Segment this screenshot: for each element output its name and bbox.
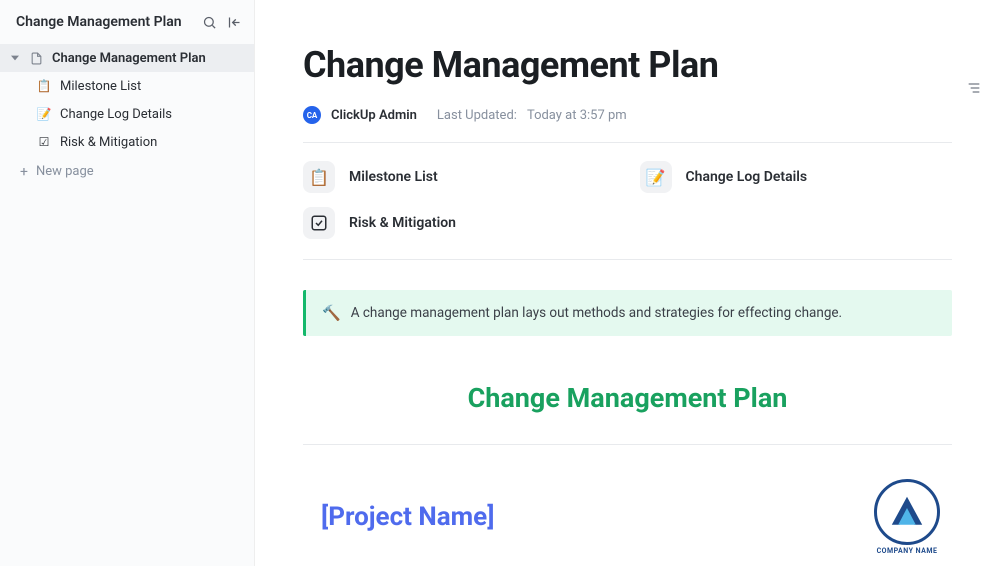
card-label: Milestone List xyxy=(349,169,438,185)
company-name-text: COMPANY NAME xyxy=(877,547,938,555)
card-label: Risk & Mitigation xyxy=(349,215,456,231)
search-icon[interactable] xyxy=(202,15,217,30)
logo-circle-icon xyxy=(874,479,940,545)
chevron-down-icon[interactable] xyxy=(10,54,20,62)
sidebar-header-actions xyxy=(202,15,242,30)
tree-child-changelog[interactable]: 📝 Change Log Details xyxy=(0,100,254,128)
page-title: Change Management Plan xyxy=(303,44,952,86)
main-content: Change Management Plan CA ClickUp Admin … xyxy=(255,0,1000,566)
document-icon xyxy=(28,50,44,66)
section-heading-green: Change Management Plan xyxy=(303,382,952,445)
tree-root-label: Change Management Plan xyxy=(52,51,206,66)
page-tree: Change Management Plan 📋 Milestone List … xyxy=(0,44,254,187)
tree-child-risk[interactable]: ☑ Risk & Mitigation xyxy=(0,128,254,156)
tree-child-label: Milestone List xyxy=(60,79,141,94)
sidebar-header: Change Management Plan xyxy=(0,6,254,38)
sidebar-title: Change Management Plan xyxy=(16,14,194,30)
card-milestone[interactable]: 📋 Milestone List xyxy=(303,161,616,193)
updated-label: Last Updated: xyxy=(437,108,517,123)
card-risk[interactable]: Risk & Mitigation xyxy=(303,207,616,239)
page-meta: CA ClickUp Admin Last Updated: Today at … xyxy=(303,106,952,143)
avatar[interactable]: CA xyxy=(303,106,321,124)
checkbox-icon xyxy=(303,207,335,239)
sidebar: Change Management Plan Change Management… xyxy=(0,0,255,566)
callout-banner: 🔨 A change management plan lays out meth… xyxy=(303,290,952,336)
clipboard-icon: 📋 xyxy=(36,78,52,94)
hammer-icon: 🔨 xyxy=(322,304,341,322)
author-name[interactable]: ClickUp Admin xyxy=(331,108,417,123)
clipboard-icon: 📋 xyxy=(303,161,335,193)
checkbox-icon: ☑ xyxy=(36,134,52,150)
plus-icon: + xyxy=(20,165,28,179)
new-page-label: New page xyxy=(36,164,94,179)
tree-root-item[interactable]: Change Management Plan xyxy=(0,44,254,72)
subpage-cards: 📋 Milestone List 📝 Change Log Details Ri… xyxy=(303,161,952,260)
memo-icon: 📝 xyxy=(36,106,52,122)
toc-icon[interactable] xyxy=(966,80,982,100)
card-changelog[interactable]: 📝 Change Log Details xyxy=(640,161,953,193)
updated-value: Today at 3:57 pm xyxy=(527,108,627,123)
project-name-placeholder[interactable]: [Project Name] xyxy=(321,502,494,532)
tree-child-label: Risk & Mitigation xyxy=(60,135,157,150)
project-section: [Project Name] COMPANY NAME xyxy=(303,479,952,566)
tree-child-milestone[interactable]: 📋 Milestone List xyxy=(0,72,254,100)
memo-icon: 📝 xyxy=(640,161,672,193)
new-page-button[interactable]: + New page xyxy=(0,156,254,187)
callout-text: A change management plan lays out method… xyxy=(351,305,842,321)
card-label: Change Log Details xyxy=(686,169,808,185)
tree-child-label: Change Log Details xyxy=(60,107,172,122)
company-logo: COMPANY NAME xyxy=(862,479,952,555)
collapse-icon[interactable] xyxy=(227,15,242,30)
